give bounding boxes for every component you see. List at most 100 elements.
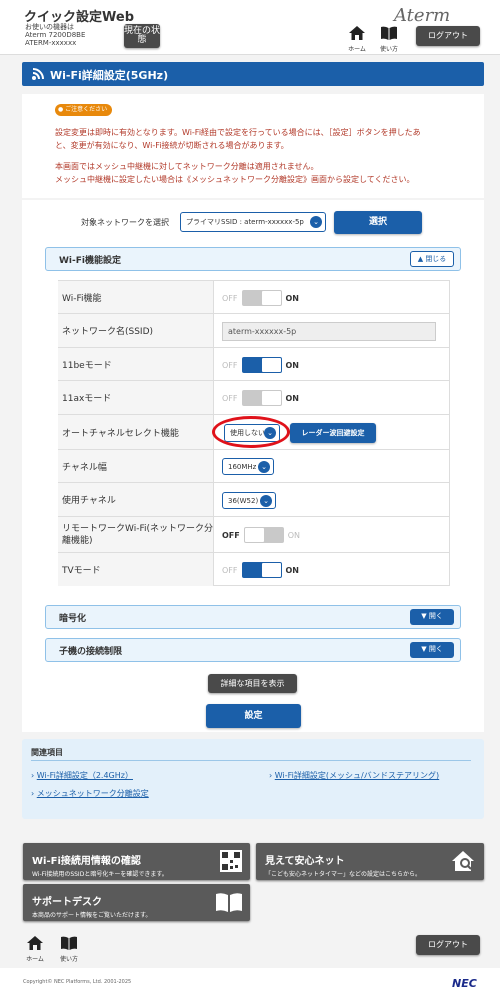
toggle-on-label: ON [287,530,301,540]
notice-line1: 設定変更は即時に有効となります。Wi-Fi経由で設定を行っている場合には、［設定… [55,128,421,137]
11be-toggle[interactable]: OFF ON [222,357,299,373]
book-icon [216,893,242,912]
book-icon [61,936,77,950]
expand-label: 開く [428,645,443,653]
toggle-off-label: OFF [222,530,240,540]
chevron-down-icon: ▼ [421,645,427,653]
notice-line2: と、変更が有効になり、Wi-Fi接続が切断される場合があります。 [55,141,289,150]
home-icon [349,26,365,40]
row-label: 11beモード [58,348,214,380]
related-link-3[interactable]: › メッシュネットワーク分離設定 [31,788,149,799]
footer-home-link[interactable]: ホーム [26,935,44,963]
logout-button[interactable]: ログアウト [416,26,480,46]
page-title: Wi-Fi詳細設定(5GHz) [50,69,169,82]
table-row: チャネル幅 160MHz ⌄ [58,449,450,482]
table-row: ネットワーク名(SSID) aterm-xxxxxx-5p [58,313,450,347]
tile-title: 見えて安心ネット [265,856,345,867]
wifi-func-section-header[interactable]: Wi-Fi機能設定 ▲ 閉じる [45,247,461,271]
channel-width-select[interactable]: 160MHz ⌄ [222,458,274,475]
channel-select[interactable]: 36(W52) ⌄ [222,492,276,509]
table-row: 11axモード OFF ON [58,380,450,414]
toggle-on-label: ON [285,393,300,403]
remote-work-toggle[interactable]: OFF ON [222,527,300,543]
related-link-2[interactable]: › Wi-Fi詳細設定(メッシュ/バンドステアリング) [269,770,439,781]
radar-avoid-button[interactable]: レーダー波回避設定 [290,423,376,443]
child-limit-title: 子機の接続制限 [59,647,123,657]
toggle-switch[interactable] [241,390,282,406]
status-button-label: 現在の状態 [124,26,161,45]
footer-bar: Copyright© NEC Platforms, Ltd. 2001-2025… [0,968,500,997]
table-row: TVモード OFF ON [58,552,450,586]
home-label: ホーム [348,46,366,53]
device-line3: ATERM-xxxxxx [25,39,77,47]
wifi-toggle[interactable]: OFF ON [222,290,299,306]
howto-link[interactable]: 使い方 [376,25,402,53]
related-link-3-label: メッシュネットワーク分離設定 [36,789,149,798]
tile-title: サポートデスク [32,897,102,908]
radar-avoid-label: レーダー波回避設定 [301,429,365,437]
toggle-off-label: OFF [222,565,238,575]
nec-logo: NEC [452,977,477,990]
related-panel: 関連項目 › Wi-Fi詳細設定（2.4GHz） › Wi-Fi詳細設定(メッシ… [22,739,484,819]
wifi-icon [32,68,44,80]
toggle-on-label: ON [285,360,300,370]
11ax-toggle[interactable]: OFF ON [222,390,299,406]
expand-button[interactable]: ▼ 開く [410,642,454,658]
row-label: Wi-Fi機能 [58,281,214,313]
toggle-switch[interactable] [241,290,282,306]
apply-button[interactable]: 設定 [206,704,301,728]
collapse-label: 閉じる [425,255,447,263]
house-search-icon [452,851,474,871]
aterm-logo: Aterm [394,5,451,26]
row-label: オートチャネルセレクト機能 [58,415,214,449]
status-button[interactable]: 現在の状態 [124,24,160,48]
toggle-switch[interactable] [243,527,284,543]
notice-badge-label: ご注意ください [65,106,108,113]
home-link[interactable]: ホーム [344,25,370,53]
support-desk-tile[interactable]: サポートデスク 本商品のサポート情報をご覧いただけます。 [23,884,250,921]
related-link-1[interactable]: › Wi-Fi詳細設定（2.4GHz） [31,770,133,781]
tile-subtitle: Wi-Fi接続用のSSIDと暗号化キーを確認できます。 [32,871,168,878]
ssid-field[interactable]: aterm-xxxxxx-5p [222,322,436,341]
table-row: リモートワークWi-Fi(ネットワーク分離機能) OFF ON [58,516,450,552]
row-label: 11axモード [58,381,214,414]
mieru-anshin-tile[interactable]: 見えて安心ネット 「こども安心ネットタイマー」などの設定はこちらから。 [256,843,484,880]
wifi-info-tile[interactable]: Wi-Fi接続用情報の確認 Wi-Fi接続用のSSIDと暗号化キーを確認できます… [23,843,250,880]
network-select-value: プライマリSSID : aterm-xxxxxx-5p [186,218,304,226]
table-row: 11beモード OFF ON [58,347,450,380]
table-row: 使用チャネル 36(W52) ⌄ [58,482,450,516]
footer-howto-link[interactable]: 使い方 [58,935,80,963]
copyright: Copyright© NEC Platforms, Ltd. 2001-2025 [23,979,132,985]
show-details-button[interactable]: 詳細な項目を表示 [208,674,297,693]
footer-logout-label: ログアウト [428,940,468,949]
table-row: Wi-Fi機能 OFF ON [58,280,450,313]
wifi-func-title: Wi-Fi機能設定 [59,256,121,266]
toggle-on-label: ON [285,293,300,303]
row-label: TVモード [58,553,214,586]
network-select[interactable]: プライマリSSID : aterm-xxxxxx-5p ⌄ [180,212,326,232]
chevron-down-icon: ⌄ [310,216,322,228]
tv-mode-toggle[interactable]: OFF ON [222,562,299,578]
home-icon [27,936,43,950]
howto-label: 使い方 [379,46,398,53]
toggle-switch[interactable] [241,357,282,373]
chevron-up-icon: ▲ [417,255,424,263]
table-row: オートチャネルセレクト機能 使用しない ⌄ レーダー波回避設定 [58,414,450,449]
footer-logout-button[interactable]: ログアウト [416,935,480,955]
device-line1: お使いの機器は [25,23,74,31]
select-button-label: 選択 [368,217,387,227]
page-title-bar: Wi-Fi詳細設定(5GHz) [22,62,484,86]
collapse-button[interactable]: ▲ 閉じる [410,251,454,267]
device-info: お使いの機器は Aterm 7200D8BE ATERM-xxxxxx [25,23,85,47]
expand-button[interactable]: ▼ 開く [410,609,454,625]
child-limit-section-header[interactable]: 子機の接続制限 ▼ 開く [45,638,461,662]
encryption-section-header[interactable]: 暗号化 ▼ 開く [45,605,461,629]
toggle-switch[interactable] [241,562,282,578]
header: クイック設定Web お使いの機器は Aterm 7200D8BE ATERM-x… [0,0,500,55]
toggle-off-label: OFF [222,360,238,370]
related-title: 関連項目 [31,748,63,757]
related-link-1-label: Wi-Fi詳細設定（2.4GHz） [36,771,133,780]
chevron-down-icon: ⌄ [258,460,270,473]
tile-subtitle: 「こども安心ネットタイマー」などの設定はこちらから。 [265,871,422,878]
select-button[interactable]: 選択 [334,211,422,234]
